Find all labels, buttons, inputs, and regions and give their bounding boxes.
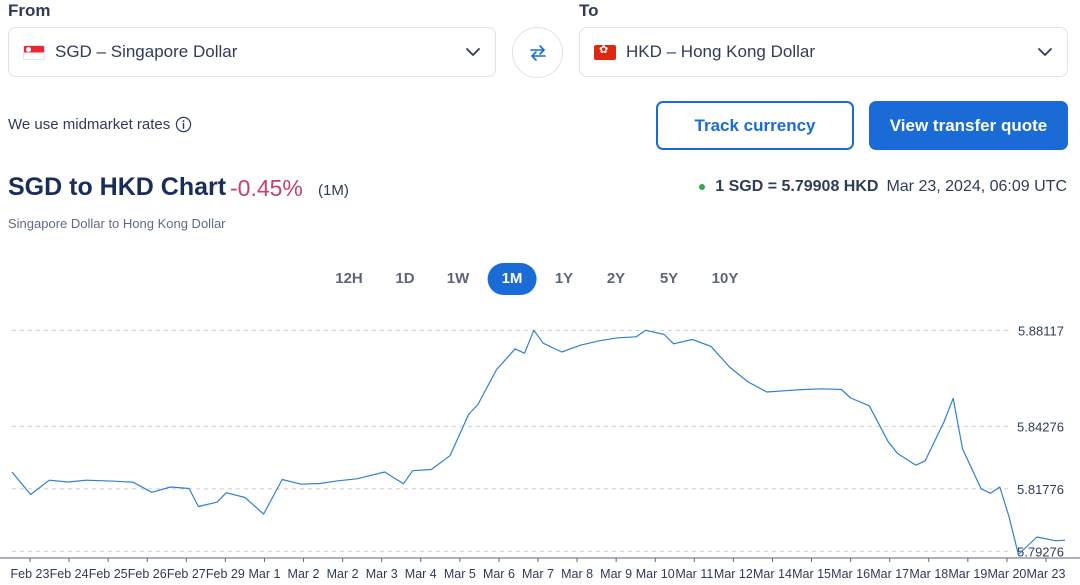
midmarket-text: We use midmarket rates	[8, 116, 171, 133]
x-tick-label: Mar 9	[600, 567, 632, 581]
info-icon[interactable]	[175, 116, 192, 133]
view-transfer-quote-button[interactable]: View transfer quote	[869, 101, 1068, 150]
to-currency-value: HKD – Hong Kong Dollar	[626, 42, 815, 61]
x-tick-label: Feb 29	[206, 567, 245, 581]
x-tick-label: Mar 16	[831, 567, 870, 581]
to-label: To	[579, 1, 599, 20]
x-tick-label: Mar 14	[753, 567, 792, 581]
live-indicator-icon	[699, 184, 706, 190]
rate-value: 1 SGD = 5.79908 HKD	[715, 178, 879, 195]
x-tick-label: Mar 12	[714, 567, 753, 581]
midmarket-note: We use midmarket rates	[8, 116, 192, 133]
y-tick-label: 5.84276	[1017, 419, 1064, 434]
range-1d[interactable]: 1D	[381, 263, 428, 295]
x-tick-label: Mar 19	[948, 567, 987, 581]
x-tick-label: Mar 18	[909, 567, 948, 581]
x-tick-label: Mar 20	[987, 567, 1026, 581]
y-tick-label: 5.88117	[1018, 323, 1064, 338]
x-tick-label: Feb 24	[50, 567, 89, 581]
range-12h[interactable]: 12H	[321, 263, 377, 295]
x-tick-label: Mar 23	[1027, 567, 1066, 581]
from-label: From	[8, 1, 51, 20]
range-5y[interactable]: 5Y	[646, 263, 692, 295]
x-tick-label: Feb 25	[89, 567, 128, 581]
exchange-rate-chart[interactable]: 5.88117 5.84276 5.81776 5.79276 Feb 23 Feb 24…	[0, 305, 1080, 585]
rate-change: -0.45%	[230, 175, 303, 201]
x-tick-label: Mar 10	[636, 567, 675, 581]
range-1m[interactable]: 1M	[487, 263, 537, 295]
chart-subtitle: Singapore Dollar to Hong Kong Dollar	[8, 216, 226, 231]
rate-timestamp: Mar 23, 2024, 06:09 UTC	[886, 178, 1067, 195]
range-selector: 12H 1D 1W 1M 1Y 2Y 5Y 10Y	[0, 263, 1080, 295]
range-1y[interactable]: 1Y	[541, 263, 587, 295]
range-1w[interactable]: 1W	[433, 263, 484, 295]
x-tick-label: Mar 4	[405, 567, 437, 581]
hong-kong-flag-icon	[594, 44, 616, 60]
x-tick-label: Feb 23	[11, 567, 50, 581]
range-10y[interactable]: 10Y	[698, 263, 753, 295]
current-rate: 1 SGD = 5.79908 HKD Mar 23, 2024, 06:09 …	[699, 178, 1067, 196]
chevron-down-icon	[1038, 48, 1052, 56]
x-tick-label: Mar 3	[366, 567, 398, 581]
rate-line	[11, 329, 1066, 556]
range-2y[interactable]: 2Y	[593, 263, 639, 295]
x-tick-label: Mar 11	[675, 567, 713, 581]
x-tick-label: Mar 15	[792, 567, 831, 581]
singapore-flag-icon	[23, 44, 45, 60]
x-tick-label: Feb 26	[128, 567, 167, 581]
x-tick-label: Mar 2	[327, 567, 359, 581]
track-currency-button[interactable]: Track currency	[656, 101, 854, 150]
x-tick-label: Mar 8	[561, 567, 593, 581]
y-tick-label: 5.79276	[1017, 544, 1064, 559]
to-currency-select[interactable]: HKD – Hong Kong Dollar	[579, 27, 1068, 77]
chevron-down-icon	[466, 48, 480, 56]
chart-title: SGD to HKD Chart	[8, 173, 227, 201]
x-tick-label: Mar 7	[522, 567, 554, 581]
x-tick-label: Mar 6	[483, 567, 515, 581]
y-tick-label: 5.81776	[1017, 482, 1064, 497]
x-tick-label: Mar 2	[288, 567, 320, 581]
x-tick-label: Mar 5	[444, 567, 476, 581]
change-period: (1M)	[318, 182, 349, 199]
from-currency-select[interactable]: SGD – Singapore Dollar	[8, 27, 496, 77]
x-tick-label: Mar 17	[870, 567, 909, 581]
x-tick-label: Mar 1	[248, 567, 280, 581]
swap-icon	[529, 44, 546, 61]
swap-currencies-button[interactable]	[512, 27, 563, 78]
x-tick-label: Feb 27	[167, 567, 206, 581]
from-currency-value: SGD – Singapore Dollar	[55, 42, 238, 61]
